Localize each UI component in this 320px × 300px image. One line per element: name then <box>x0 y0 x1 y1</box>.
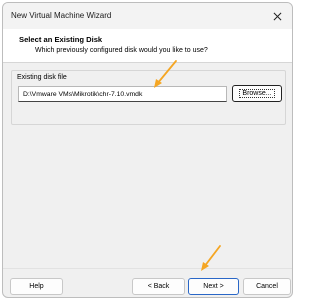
close-icon <box>273 12 281 20</box>
help-button[interactable]: Help <box>10 278 63 295</box>
existing-disk-label: Existing disk file <box>17 74 67 81</box>
arrow-icon <box>154 60 177 88</box>
page-title: Select an Existing Disk <box>19 35 103 44</box>
page-subtitle: Which previously configured disk would y… <box>35 47 208 54</box>
arrow-icon <box>201 245 221 271</box>
back-button[interactable]: < Back <box>132 278 185 295</box>
existing-disk-group: Existing disk file Browse... <box>11 70 286 125</box>
footer-divider <box>3 268 292 269</box>
wizard-window: New Virtual Machine Wizard Select an Exi… <box>2 2 293 298</box>
window-title: New Virtual Machine Wizard <box>11 11 112 20</box>
browse-button-label: Browse... <box>239 89 275 98</box>
close-button[interactable] <box>266 5 288 27</box>
title-bar: New Virtual Machine Wizard <box>3 3 292 29</box>
wizard-header: Select an Existing Disk Which previously… <box>3 29 292 63</box>
disk-path-input[interactable] <box>18 86 227 102</box>
cancel-button[interactable]: Cancel <box>243 278 291 295</box>
next-button[interactable]: Next > <box>188 278 239 295</box>
browse-button[interactable]: Browse... <box>232 85 282 102</box>
